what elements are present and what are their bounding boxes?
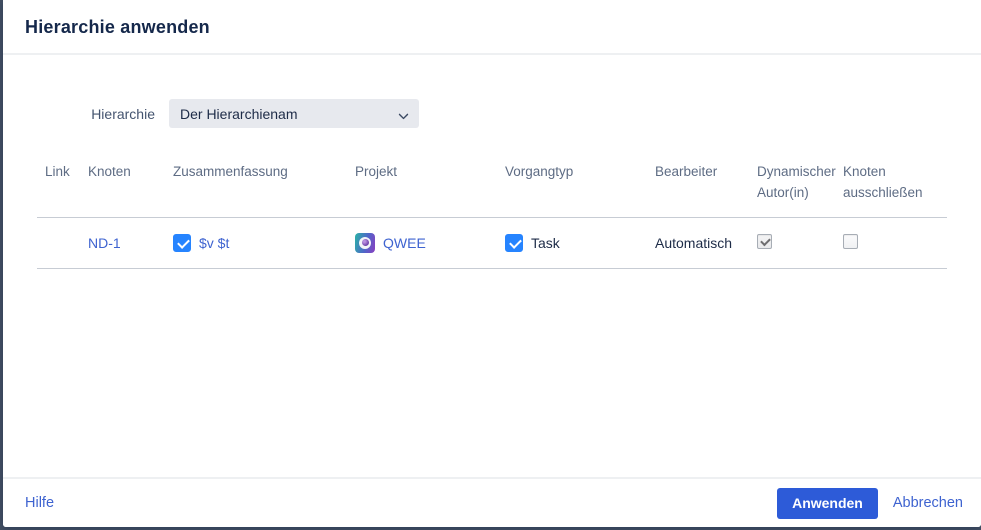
summary-template-link[interactable]: $v $t xyxy=(199,235,229,251)
cancel-button[interactable]: Abbrechen xyxy=(891,495,965,511)
project-avatar-icon xyxy=(355,232,375,253)
dynamic-author-checkbox xyxy=(757,233,772,249)
chevron-down-icon xyxy=(399,109,408,118)
column-header-link: Link xyxy=(37,162,80,218)
issue-type-checkbox[interactable] xyxy=(505,233,523,252)
summary-checkbox[interactable] xyxy=(173,233,191,252)
table-header-row: Link Knoten Zusammenfassung Projekt Vorg… xyxy=(37,162,947,218)
cell-knoten: ND-1 xyxy=(80,217,165,269)
cell-link xyxy=(37,217,80,269)
dialog-header: Hierarchie anwenden xyxy=(3,0,981,55)
hierarchy-form-row: Hierarchie Der Hierarchienam xyxy=(3,99,981,128)
hierarchy-label: Hierarchie xyxy=(91,105,155,122)
apply-button[interactable]: Anwenden xyxy=(777,487,878,519)
apply-hierarchy-dialog: Hierarchie anwenden Hierarchie Der Hiera… xyxy=(3,0,981,527)
cell-projekt: QWEE xyxy=(347,217,497,269)
cell-vorgangtyp: Task xyxy=(497,217,647,269)
cell-knoten-ausschliessen xyxy=(835,217,947,269)
help-link[interactable]: Hilfe xyxy=(25,495,54,511)
cell-bearbeiter: Automatisch xyxy=(647,217,749,269)
hierarchy-nodes-table: Link Knoten Zusammenfassung Projekt Vorg… xyxy=(37,162,947,269)
column-header-bearbeiter: Bearbeiter xyxy=(647,162,749,218)
column-header-dynamischer-autor: Dynamischer Autor(in) xyxy=(749,162,836,218)
dialog-title: Hierarchie anwenden xyxy=(25,17,210,37)
hierarchy-select[interactable]: Der Hierarchienam xyxy=(169,99,419,128)
hierarchy-select-value: Der Hierarchienam xyxy=(180,105,298,122)
column-header-knoten-ausschliessen: Knoten ausschließen xyxy=(835,162,947,218)
column-header-vorgangtyp: Vorgangtyp xyxy=(497,162,647,218)
column-header-knoten: Knoten xyxy=(80,162,165,218)
column-header-zusammenfassung: Zusammenfassung xyxy=(165,162,347,218)
column-header-projekt: Projekt xyxy=(347,162,497,218)
cell-dynamischer-autor xyxy=(749,217,835,269)
node-key-link[interactable]: ND-1 xyxy=(88,235,121,251)
cell-zusammenfassung: $v $t xyxy=(165,217,347,269)
project-link[interactable]: QWEE xyxy=(383,235,426,251)
table-row: ND-1 $v $t QWEE Task Automatisch xyxy=(37,217,947,269)
dialog-footer: Hilfe Anwenden Abbrechen xyxy=(3,477,981,527)
issue-type-label: Task xyxy=(531,234,560,251)
exclude-node-checkbox[interactable] xyxy=(843,233,858,249)
assignee-value: Automatisch xyxy=(655,234,733,251)
